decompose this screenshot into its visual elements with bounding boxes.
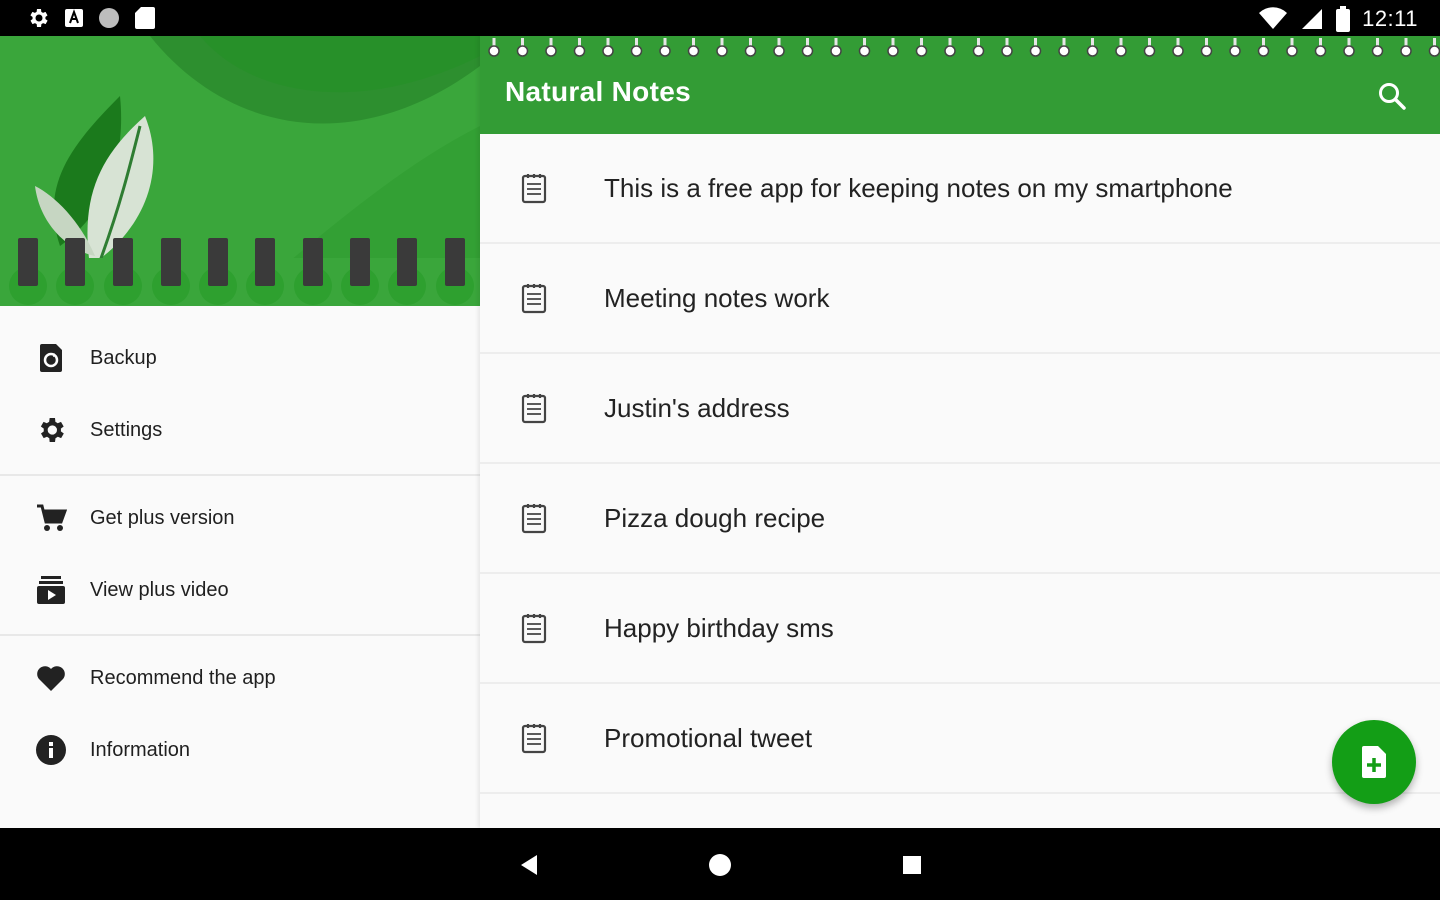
note-title: Promotional tweet [604, 722, 813, 753]
search-button[interactable] [1376, 80, 1410, 114]
sd-card-icon [134, 6, 156, 30]
app-title: Natural Notes [505, 76, 691, 107]
menu-group-data: Backup Settings [0, 316, 480, 476]
menu-item-backup[interactable]: Backup [0, 322, 480, 394]
cell-signal-icon [1300, 7, 1324, 31]
note-title: Meeting notes work [604, 282, 830, 313]
main-content: Natural Notes This is a free app for kee… [480, 36, 1440, 828]
menu-item-label: Settings [90, 418, 163, 441]
navigation-drawer: Backup Settings Get plus version View pl… [0, 36, 480, 828]
note-row[interactable]: Justin's address [480, 354, 1440, 464]
note-icon [521, 394, 547, 424]
menu-item-information[interactable]: Information [0, 714, 480, 786]
menu-item-label: View plus video [90, 578, 229, 601]
note-title: Justin's address [604, 392, 790, 423]
gear-icon [34, 413, 68, 447]
clock: 12:11 [1362, 6, 1418, 31]
note-icon [521, 174, 547, 204]
cart-icon [34, 501, 68, 535]
video-icon [34, 573, 68, 607]
recents-icon [903, 856, 921, 874]
info-icon [34, 733, 68, 767]
note-icon [521, 724, 547, 754]
note-row[interactable]: Meeting notes work [480, 244, 1440, 354]
menu-item-view-video[interactable]: View plus video [0, 554, 480, 626]
note-icon [521, 614, 547, 644]
menu-item-settings[interactable]: Settings [0, 394, 480, 466]
note-icon [521, 284, 547, 314]
recents-button[interactable] [899, 852, 925, 878]
add-note-button[interactable] [1332, 720, 1416, 804]
menu-item-label: Get plus version [90, 506, 235, 529]
menu-group-plus: Get plus version View plus video [0, 476, 480, 636]
note-list: This is a free app for keeping notes on … [480, 134, 1440, 794]
note-title: Pizza dough recipe [604, 502, 826, 533]
note-row[interactable]: This is a free app for keeping notes on … [480, 134, 1440, 244]
note-row[interactable]: Pizza dough recipe [480, 464, 1440, 574]
menu-item-label: Information [90, 738, 191, 761]
drawer-menu: Backup Settings Get plus version View pl… [0, 316, 480, 794]
status-bar: 12:11 [0, 0, 1440, 36]
drawer-header [0, 36, 480, 306]
backup-icon [34, 341, 68, 375]
heart-icon [34, 661, 68, 695]
spiral-rings-icon [488, 38, 1440, 57]
home-button[interactable] [707, 852, 733, 878]
menu-group-about: Recommend the app Information [0, 636, 480, 794]
a-badge-icon [64, 8, 84, 28]
system-nav-bar [0, 828, 1440, 900]
battery-icon [1336, 6, 1351, 32]
add-note-icon [1362, 746, 1386, 778]
note-row[interactable]: Promotional tweet [480, 684, 1440, 794]
note-row[interactable]: Happy birthday sms [480, 574, 1440, 684]
menu-item-label: Backup [90, 346, 157, 369]
back-button[interactable] [517, 852, 543, 878]
note-title: Happy birthday sms [604, 612, 834, 643]
home-icon [709, 854, 731, 876]
note-icon [521, 504, 547, 534]
menu-item-get-plus[interactable]: Get plus version [0, 482, 480, 554]
menu-item-recommend[interactable]: Recommend the app [0, 642, 480, 714]
note-title: This is a free app for keeping notes on … [604, 172, 1233, 203]
wifi-icon [1258, 7, 1288, 31]
menu-item-label: Recommend the app [90, 666, 276, 689]
app-bar: Natural Notes [480, 36, 1440, 134]
circle-icon [98, 7, 120, 29]
search-icon [1379, 83, 1406, 110]
settings-icon [26, 6, 50, 30]
back-icon [521, 855, 537, 875]
notebook-leaf-logo-icon [0, 36, 480, 306]
